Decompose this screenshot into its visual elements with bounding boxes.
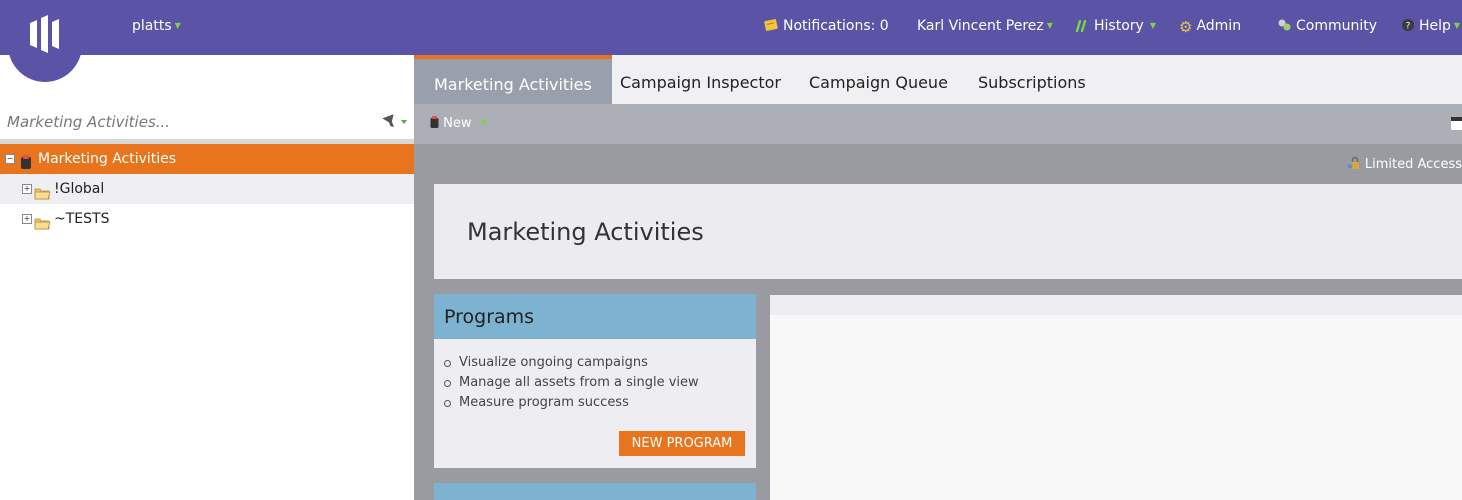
help-label: Help <box>1419 18 1451 34</box>
chevron-down-icon: ▼ <box>1453 21 1461 30</box>
user-name: Karl Vincent Perez <box>917 18 1044 34</box>
admin-link[interactable]: ⚙ Admin <box>1179 18 1241 36</box>
tree-item-label: ~TESTS <box>54 211 110 227</box>
community-icon <box>1277 18 1292 36</box>
left-panel: − Marketing Activities + !Global + ~TEST… <box>0 55 414 500</box>
list-item: Manage all assets from a single view <box>444 373 756 393</box>
new-icon <box>430 116 443 131</box>
panel-toggle-icon[interactable] <box>1451 117 1462 130</box>
tab-bar: Marketing Activities Campaign Inspector … <box>414 55 1462 104</box>
tree-item-label: !Global <box>54 181 105 197</box>
programs-feature-list: Visualize ongoing campaigns Manage all a… <box>444 353 756 413</box>
history-icon <box>1075 19 1090 36</box>
tree-item-marketing-activities[interactable]: − Marketing Activities <box>0 144 414 174</box>
filter-button[interactable] <box>382 113 410 131</box>
tab-subscriptions[interactable]: Subscriptions <box>958 55 1106 104</box>
admin-label: Admin <box>1196 18 1242 34</box>
limited-access-indicator[interactable]: Limited Access <box>1347 156 1462 172</box>
tab-campaign-inspector[interactable]: Campaign Inspector <box>600 55 801 104</box>
tree-search-bar <box>0 105 414 144</box>
help-menu[interactable]: ? Help ▼ <box>1401 18 1460 36</box>
tab-marketing-activities[interactable]: Marketing Activities <box>414 55 612 104</box>
main-panel-header <box>770 295 1462 315</box>
lock-icon <box>1347 156 1365 172</box>
logo-icon <box>30 15 59 53</box>
history-menu[interactable]: History ▼ <box>1075 18 1156 36</box>
programs-card: Programs Visualize ongoing campaigns Man… <box>434 294 756 468</box>
content-area: Limited Access Marketing Activities Prog… <box>414 144 1462 500</box>
list-item: Visualize ongoing campaigns <box>444 353 756 373</box>
new-button[interactable]: New ▼ <box>430 116 487 131</box>
notifications-label: Notifications: 0 <box>783 18 889 34</box>
toolbar: New ▼ <box>414 104 1462 144</box>
list-item: Measure program success <box>444 393 756 413</box>
hero-banner: Marketing Activities <box>434 184 1462 279</box>
marketo-logo[interactable] <box>8 0 82 82</box>
community-label: Community <box>1296 18 1378 34</box>
chevron-down-icon: ▼ <box>174 21 181 30</box>
notification-icon <box>764 19 779 36</box>
new-label: New <box>443 116 472 131</box>
collapse-icon[interactable]: − <box>5 154 15 164</box>
gear-icon: ⚙ <box>1179 18 1193 36</box>
tree-item-tests[interactable]: + ~TESTS <box>0 204 414 234</box>
folder-icon <box>34 211 51 241</box>
chevron-down-icon: ▼ <box>480 118 487 127</box>
history-label: History <box>1094 18 1144 34</box>
help-icon: ? <box>1401 18 1415 36</box>
marketing-tree: − Marketing Activities + !Global + ~TEST… <box>0 144 414 234</box>
user-menu[interactable]: Karl Vincent Perez ▼ <box>917 18 1053 34</box>
programs-card-title: Programs <box>434 294 756 339</box>
page-title: Marketing Activities <box>467 218 704 246</box>
chevron-down-icon: ▼ <box>1046 21 1053 30</box>
main-panel <box>770 295 1462 500</box>
second-card-header <box>434 483 756 500</box>
workspace-label: platts <box>132 18 172 34</box>
tab-campaign-queue[interactable]: Campaign Queue <box>789 55 968 104</box>
notifications-link[interactable]: Notifications: 0 <box>764 18 889 36</box>
new-program-button[interactable]: NEW PROGRAM <box>619 431 745 456</box>
expand-icon[interactable]: + <box>22 214 32 224</box>
tree-item-label: Marketing Activities <box>38 151 177 167</box>
tree-item-global[interactable]: + !Global <box>0 174 414 204</box>
filter-icon <box>382 114 407 127</box>
expand-icon[interactable]: + <box>22 184 32 194</box>
workspace-selector[interactable]: platts ▼ <box>132 18 181 34</box>
chevron-down-icon: ▼ <box>1149 21 1156 30</box>
community-link[interactable]: Community <box>1277 18 1377 36</box>
top-navigation-bar: platts ▼ Notifications: 0 Karl Vincent Pe… <box>0 0 1462 55</box>
svg-text:?: ? <box>1406 22 1411 32</box>
limited-access-label: Limited Access <box>1364 157 1462 172</box>
tree-search-input[interactable] <box>0 105 369 139</box>
